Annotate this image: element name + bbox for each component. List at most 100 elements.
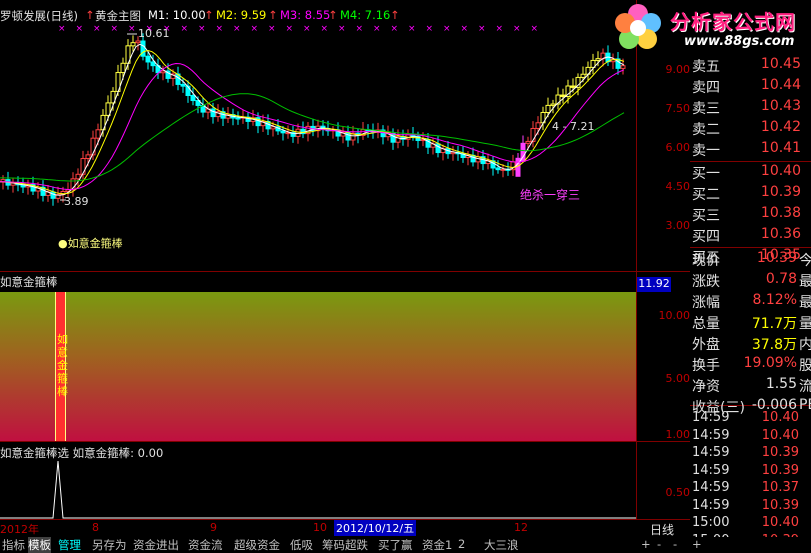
candle-body [550,103,556,106]
ask-row[interactable]: 卖一 10.41 [690,140,811,161]
order-price: 10.43 [760,98,801,114]
stat-label: 现价 [692,253,720,269]
stat-row: 总量 71.7万量 [690,313,811,334]
m3-value: M3: 8.55 [280,8,331,22]
stat-side-label: 量 [799,316,811,332]
tab-7[interactable]: 低吸 [290,537,313,553]
order-level-label: 卖四 [692,80,720,96]
candle-body [210,108,216,118]
tab-11[interactable]: 2 [458,537,465,551]
stat-side-label: 最 [799,295,811,311]
tick-row: 14:59 10.39 [690,445,811,462]
candlestick-chart[interactable]: × × × × × × × × × × × × × × × × × × × × × × × × × × × × [0,0,636,270]
stat-value: 71.7万 [751,316,797,332]
indicator-pane-1[interactable]: 如意金箍棒 如意金箍棒 [0,273,636,441]
signal-bar-label: 如意金箍棒 [57,333,68,398]
tick-price: 10.39 [761,445,799,460]
order-level-label: 买一 [692,166,720,182]
main-price-chart[interactable]: × × × × × × × × × × × × × × × × × × × × × × × × × × × × 罗顿发展(日线) ↑ … [0,0,636,270]
m4-value: M4: 7.16 [340,8,391,22]
stat-side-label: 最 [799,274,811,290]
candle-body [580,73,586,78]
ask-row[interactable]: 卖三 10.43 [690,98,811,119]
tick-row: 14:59 10.40 [690,428,811,445]
bid-row[interactable]: 买一 10.40 [690,163,811,184]
stat-label: 外盘 [692,337,720,353]
marker-icon: × [76,24,84,34]
stats-divider [690,247,811,248]
axis-divider [636,0,637,520]
high-price-label: 10.61 [138,27,170,40]
tab-8[interactable]: 筹码超跌 [322,537,368,553]
scroll-control-button[interactable]: + [641,537,651,551]
indicator-pane-2[interactable]: 如意金箍棒选 如意金箍棒: 0.00 [0,443,636,519]
candle-body [80,158,86,175]
bid-row[interactable]: 买二 10.39 [690,184,811,205]
order-price: 10.38 [760,205,801,221]
main-indicator-name[interactable]: 黄金主图 [95,8,141,24]
scroll-control-button[interactable]: - [657,537,661,551]
tab-1[interactable]: 模板 [28,537,51,553]
tab-2[interactable]: 管理 [58,537,81,553]
marker-icon: × [181,24,189,34]
pane-divider[interactable] [0,441,690,442]
logo-url: www.88gs.com [684,34,795,49]
tick-time: 14:59 [692,480,730,495]
marker-icon: × [251,24,259,34]
candle-body [160,70,166,74]
indicator-1-title: 如意金箍棒 [0,275,58,289]
period-selector[interactable]: 日线 [650,521,674,538]
marker-icon: × [356,24,364,34]
main-yaxis-label: 9.00 [665,63,691,76]
order-price: 10.41 [760,140,801,156]
pane-divider[interactable] [0,271,690,272]
marker-icon: × [478,24,486,34]
marker-icon: × [531,24,539,34]
ask-row[interactable]: 卖四 10.44 [690,77,811,98]
stat-row: 涨跌 0.78 最 [690,271,811,292]
tab-0[interactable]: 指标 [2,537,25,553]
marker-icon: × [303,24,311,34]
candle-body [620,65,626,69]
tab-12[interactable]: 大三浪 [484,537,519,553]
tab-4[interactable]: 资金进出 [133,537,179,553]
order-price: 10.39 [760,184,801,200]
ask-row[interactable]: 卖五 10.45 [690,56,811,77]
order-price: 10.36 [760,226,801,242]
tab-3[interactable]: 另存为 [92,537,127,553]
ask-row[interactable]: 卖二 10.42 [690,119,811,140]
candle-body [535,122,541,129]
bid-row[interactable]: 买三 10.38 [690,205,811,226]
marker-icon: × [286,24,294,34]
legend-label: ●如意金箍棒 [58,237,123,250]
m4-arrow-icon: ↑ [390,8,400,22]
ind1-yaxis-label: 5.00 [665,372,691,385]
scroll-control-button[interactable]: + [692,537,702,551]
x-label: 8 [92,521,99,534]
stat-row: 换手 19.09% 股 [690,355,811,376]
order-level-label: 买四 [692,229,720,245]
indicator-2-line [0,460,636,519]
order-level-label: 买二 [692,187,720,203]
scroll-control-button[interactable]: - [673,537,677,551]
stat-row: 现价 10.39 今 [690,250,811,271]
candle-body [515,157,521,177]
stat-row: 净资 1.55 流 [690,376,811,397]
tab-10[interactable]: 资金1 [422,537,452,553]
main-yaxis-label: 7.50 [665,102,691,115]
bid-row[interactable]: 买四 10.36 [690,226,811,247]
indicator-1-value-badge: 11.92 [637,277,671,292]
marker-icon: × [443,24,451,34]
candle-body [145,55,151,63]
ratio-label: 4 - 7.21 [552,120,595,133]
marker-icon: × [198,24,206,34]
tab-6[interactable]: 超级资金 [234,537,280,553]
tab-5[interactable]: 资金流 [188,537,223,553]
m2-arrow-icon: ↑ [268,8,278,22]
candle-body [95,129,101,139]
stat-row: 涨幅 8.12% 最 [690,292,811,313]
tab-9[interactable]: 买了赢 [378,537,413,553]
candle-body [525,140,531,144]
stat-value: 1.55 [765,376,797,392]
stat-label: 净资 [692,379,720,395]
